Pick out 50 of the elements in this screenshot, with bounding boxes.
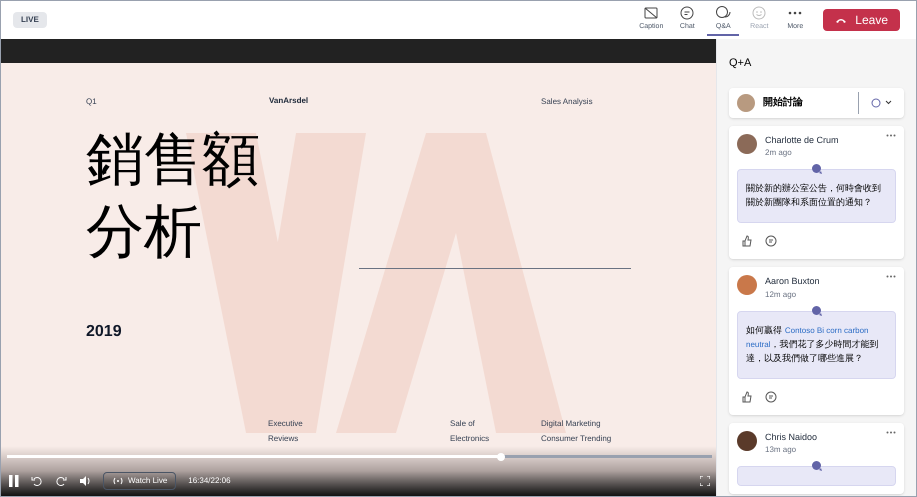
like-icon[interactable] xyxy=(741,390,753,402)
phone-icon xyxy=(835,17,848,23)
slide-title: 分析 xyxy=(86,196,203,267)
start-discussion-text[interactable]: 開始討論 xyxy=(763,95,850,110)
time-text: 16:34/22:06 xyxy=(188,475,231,487)
volume-icon[interactable] xyxy=(79,475,91,487)
broadcast-icon xyxy=(112,477,124,485)
smiley-icon xyxy=(750,4,768,22)
question-bubble-icon xyxy=(810,460,822,472)
pause-icon[interactable] xyxy=(9,475,19,487)
logo-text: VanArsdel xyxy=(269,95,308,107)
chat-icon xyxy=(871,98,881,108)
more-icon[interactable] xyxy=(886,275,896,278)
avatar-icon xyxy=(737,134,757,154)
more-icon xyxy=(788,10,802,15)
reply-icon[interactable] xyxy=(765,235,777,247)
chat-icon xyxy=(678,4,696,22)
rewind-icon[interactable] xyxy=(31,475,43,487)
avatar-icon xyxy=(737,275,757,295)
live-badge: LIVE xyxy=(13,12,47,28)
panel-title: Q+A xyxy=(729,56,752,71)
question-bubble-icon xyxy=(810,304,822,316)
author-name: Charlotte de Crum xyxy=(765,134,840,146)
like-icon[interactable] xyxy=(741,235,753,247)
slide-caption: Sale of Electronics xyxy=(450,418,490,445)
question-text: 如何贏得 Contoso Bi corn carbon neutral，我們花了多少時間才能到達，以及我們做了哪些進展？ xyxy=(746,324,880,366)
question-text: 關於新的辦公室公告，何時會收到關於新團隊和系面位置的通知？ xyxy=(746,182,882,210)
slide-title: 銷售額 xyxy=(86,124,260,195)
leave-button[interactable]: Leave xyxy=(823,9,900,31)
author-name: Chris Naidoo xyxy=(765,430,818,444)
slide-caption: Executive Reviews xyxy=(268,418,303,445)
avatar-icon xyxy=(737,94,755,112)
slide-year: 2019 xyxy=(86,322,122,342)
reply-icon[interactable] xyxy=(765,390,777,402)
more-icon[interactable] xyxy=(886,430,896,434)
chevron-down-icon xyxy=(885,100,892,105)
progress-track[interactable] xyxy=(7,455,712,458)
post-time: 13m ago xyxy=(765,444,798,456)
slide-label: Sales Analysis xyxy=(541,96,593,108)
avatar-icon xyxy=(737,430,757,450)
forward-icon[interactable] xyxy=(55,475,67,487)
fullscreen-icon[interactable] xyxy=(700,476,710,486)
author-name: Aaron Buxton xyxy=(765,275,821,288)
more-icon[interactable] xyxy=(886,134,896,136)
post-time: 2m ago xyxy=(765,147,793,159)
question-bubble-icon xyxy=(810,163,822,175)
slide-label: Q1 xyxy=(86,96,97,108)
post-time: 12m ago xyxy=(765,288,798,300)
watch-live-button[interactable]: Watch Live xyxy=(103,472,176,490)
slide-caption: Digital Marketing Consumer Trending xyxy=(541,418,612,445)
